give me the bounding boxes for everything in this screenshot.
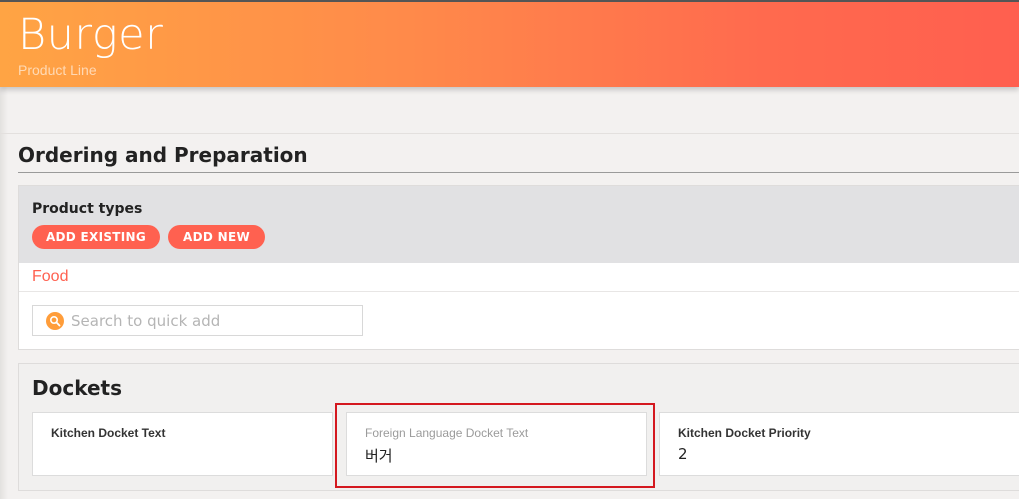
search-input[interactable] (71, 310, 351, 332)
product-types-label: Product types (32, 201, 143, 217)
page-header: Burger Product Line (0, 0, 1019, 87)
page-subtitle: Product Line (18, 62, 97, 78)
section-title: Ordering and Preparation (18, 143, 308, 167)
field-label: Kitchen Docket Priority (678, 426, 811, 440)
product-type-link[interactable]: Food (32, 268, 68, 286)
foreign-language-docket-text-field[interactable]: Foreign Language Docket Text 버거 (346, 412, 647, 476)
kitchen-docket-text-field[interactable]: Kitchen Docket Text (32, 412, 333, 476)
toolbar-divider (0, 133, 1019, 134)
field-label: Foreign Language Docket Text (365, 426, 529, 440)
quick-add-search[interactable] (32, 305, 363, 336)
field-value[interactable]: 버거 (365, 445, 393, 466)
page-title: Burger (18, 10, 164, 60)
product-types-card: Product types ADD EXISTING ADD NEW Food (18, 185, 1019, 350)
field-label: Kitchen Docket Text (51, 426, 166, 440)
dockets-card: Dockets Kitchen Docket Text Foreign Lang… (18, 363, 1019, 491)
section-divider (18, 172, 1019, 173)
dockets-title: Dockets (32, 376, 122, 400)
list-item[interactable]: Food (19, 263, 1019, 292)
side-shadow (0, 87, 8, 499)
product-types-header: Product types ADD EXISTING ADD NEW (19, 186, 1019, 263)
kitchen-docket-priority-field[interactable]: Kitchen Docket Priority 2 (659, 412, 1019, 476)
add-new-button[interactable]: ADD NEW (168, 225, 265, 249)
add-existing-button[interactable]: ADD EXISTING (32, 225, 160, 249)
field-value[interactable]: 2 (678, 445, 688, 463)
search-icon (46, 312, 64, 330)
